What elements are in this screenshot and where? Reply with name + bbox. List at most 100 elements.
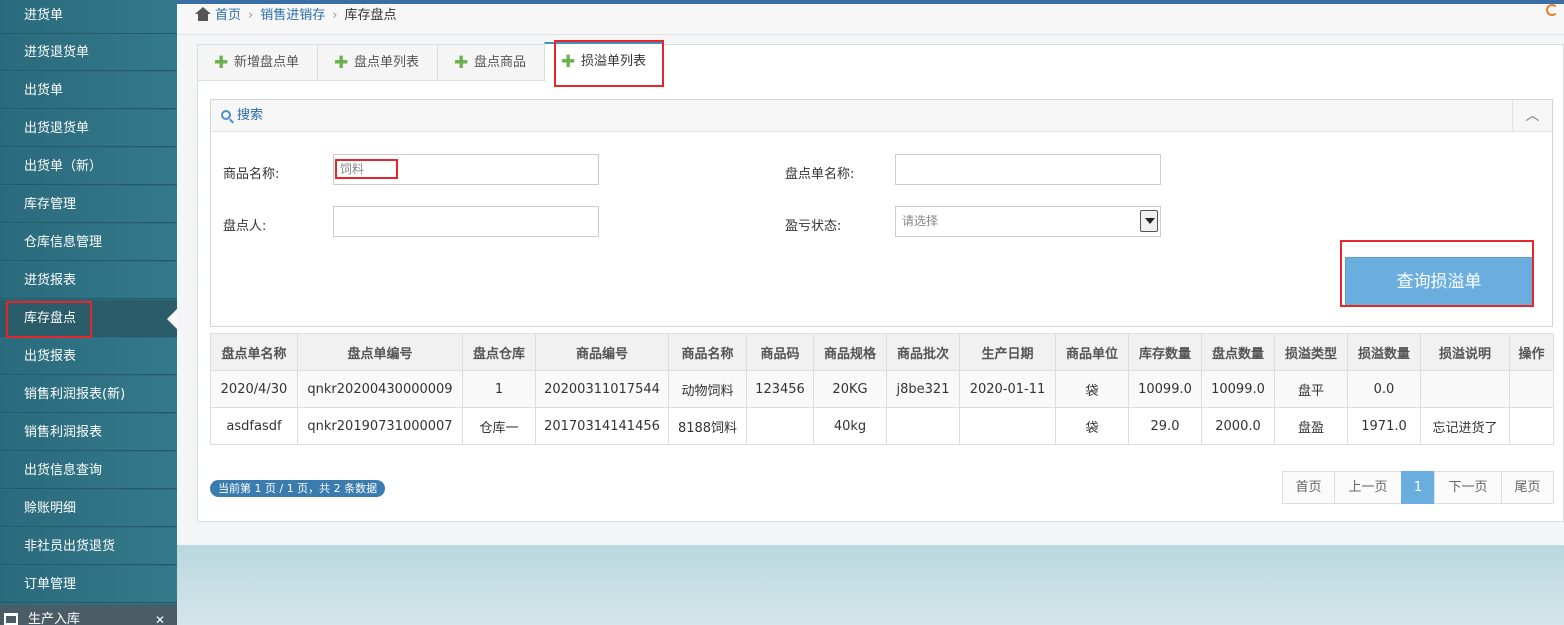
col-header: 盘点单名称 [210, 333, 298, 371]
sidebar-item-purchase-return[interactable]: 进货退货单 [0, 34, 177, 71]
building-icon [4, 613, 18, 625]
table-cell: qnkr20200430000009 [297, 370, 463, 408]
breadcrumb-level1[interactable]: 销售进销存 [260, 8, 325, 23]
col-header: 盘点数量 [1201, 333, 1275, 371]
sidebar-item-profit-report[interactable]: 销售利润报表 [0, 414, 177, 451]
plus-icon: ✚ [214, 53, 229, 73]
col-header: 损溢数量 [1347, 333, 1421, 371]
sidebar-item-sales-order-new[interactable]: 出货单（新） [0, 148, 177, 185]
highlight-box [6, 301, 92, 338]
tab-label: 新增盘点单 [234, 55, 300, 70]
table-header-row: 盘点单名称 盘点单编号 盘点仓库 商品编号 商品名称 商品码 商品规格 商品批次… [210, 333, 1554, 371]
table-cell: 29.0 [1128, 407, 1202, 445]
tab-check-list[interactable]: ✚ 盘点单列表 [317, 44, 438, 81]
checker-input[interactable] [333, 206, 599, 237]
breadcrumb: 首页 › 销售进销存 › 库存盘点 [195, 4, 396, 32]
tab-check-products[interactable]: ✚ 盘点商品 [437, 44, 545, 81]
checker-label: 盘点人: [223, 219, 267, 234]
background-strip [177, 545, 1564, 625]
table-cell: 0.0 [1347, 370, 1421, 408]
sidebar-item-order-management[interactable]: 订单管理 [0, 566, 177, 603]
breadcrumb-current: 库存盘点 [344, 8, 397, 23]
table-cell: 10099.0 [1201, 370, 1275, 408]
col-header: 生产日期 [959, 333, 1056, 371]
loss-table: 盘点单名称 盘点单编号 盘点仓库 商品编号 商品名称 商品码 商品规格 商品批次… [210, 333, 1554, 445]
sheet-name-label: 盘点单名称: [785, 167, 855, 182]
breadcrumb-separator: › [332, 8, 338, 23]
col-header: 盘点单编号 [297, 333, 463, 371]
table-cell: 123456 [746, 370, 814, 408]
col-header: 商品码 [746, 333, 814, 371]
table-cell [1509, 370, 1554, 408]
table-cell: 忘记进货了 [1420, 407, 1510, 445]
col-header: 库存数量 [1128, 333, 1202, 371]
sidebar-item-profit-report-new[interactable]: 销售利润报表(新) [0, 376, 177, 413]
col-header: 商品名称 [668, 333, 747, 371]
sidebar-item-nonmember-return[interactable]: 非社员出货退货 [0, 528, 177, 565]
table-cell: 20170314141456 [535, 407, 669, 445]
tab-label: 盘点商品 [474, 55, 527, 70]
page-first-button[interactable]: 首页 [1282, 471, 1335, 504]
table-cell: 40kg [813, 407, 887, 445]
status-select-value: 请选择 [902, 214, 939, 228]
table-cell: 1 [462, 370, 536, 408]
table-cell: j8be321 [886, 370, 960, 408]
product-name-label: 商品名称: [223, 167, 280, 182]
table-cell: 8188饲料 [668, 407, 747, 445]
tab-label: 盘点单列表 [354, 55, 420, 70]
col-header: 商品编号 [535, 333, 669, 371]
table-cell [1420, 370, 1510, 408]
active-indicator [167, 309, 177, 329]
home-icon [195, 7, 211, 21]
col-header: 损溢类型 [1274, 333, 1348, 371]
table-cell: 20KG [813, 370, 887, 408]
sidebar-section-production[interactable]: 生产入库 ✕ [0, 605, 177, 625]
collapse-button[interactable]: ︿ [1512, 100, 1552, 131]
sidebar-item-sales-report[interactable]: 出货报表 [0, 338, 177, 375]
sidebar-item-sales-order[interactable]: 出货单 [0, 72, 177, 109]
chevron-down-icon [1140, 210, 1158, 232]
page-current-button[interactable]: 1 [1401, 471, 1435, 504]
table-cell: 2020/4/30 [210, 370, 298, 408]
search-icon [221, 110, 231, 120]
chevron-down-icon: ✕ [154, 613, 165, 625]
sidebar-item-sales-return[interactable]: 出货退货单 [0, 110, 177, 147]
table-cell: qnkr20190731000007 [297, 407, 463, 445]
table-cell: 仓库一 [462, 407, 536, 445]
page-info-badge: 当前第 1 页 / 1 页，共 2 条数据 [210, 480, 386, 497]
table-row: 2020/4/30 qnkr20200430000009 1 202003110… [210, 370, 1554, 408]
breadcrumb-separator: › [248, 8, 254, 23]
sidebar-item-purchase-report[interactable]: 进货报表 [0, 262, 177, 299]
col-header: 操作 [1509, 333, 1554, 371]
page-prev-button[interactable]: 上一页 [1334, 471, 1402, 504]
table-cell: 2000.0 [1201, 407, 1275, 445]
sidebar-item-credit-detail[interactable]: 赊账明细 [0, 490, 177, 527]
sidebar-item-sales-query[interactable]: 出货信息查询 [0, 452, 177, 489]
breadcrumb-home[interactable]: 首页 [215, 8, 241, 23]
table-cell [1509, 407, 1554, 445]
table-row: asdfasdf qnkr20190731000007 仓库一 20170314… [210, 407, 1554, 445]
highlight-box [554, 40, 664, 87]
table-cell: 袋 [1055, 407, 1129, 445]
sidebar-item-purchase-order[interactable]: 进货单 [0, 0, 177, 34]
sheet-name-input[interactable] [895, 154, 1161, 185]
highlight-box [335, 159, 398, 179]
col-header: 盘点仓库 [462, 333, 536, 371]
table-cell: 盘盈 [1274, 407, 1348, 445]
page-next-button[interactable]: 下一页 [1434, 471, 1502, 504]
sidebar-section-label: 生产入库 [28, 612, 81, 625]
tab-new-check[interactable]: ✚ 新增盘点单 [197, 44, 318, 81]
table-cell: 盘平 [1274, 370, 1348, 408]
sidebar-item-stock-management[interactable]: 库存管理 [0, 186, 177, 223]
plus-icon: ✚ [454, 53, 469, 73]
col-header: 损溢说明 [1420, 333, 1510, 371]
table-cell: 10099.0 [1128, 370, 1202, 408]
status-label: 盈亏状态: [785, 219, 842, 234]
table-cell: 1971.0 [1347, 407, 1421, 445]
table-cell: asdfasdf [210, 407, 298, 445]
page-last-button[interactable]: 尾页 [1501, 471, 1554, 504]
col-header: 商品规格 [813, 333, 887, 371]
sidebar-item-warehouse-info[interactable]: 仓库信息管理 [0, 224, 177, 261]
refresh-icon[interactable] [1546, 4, 1558, 16]
status-select[interactable]: 请选择 [895, 206, 1161, 237]
